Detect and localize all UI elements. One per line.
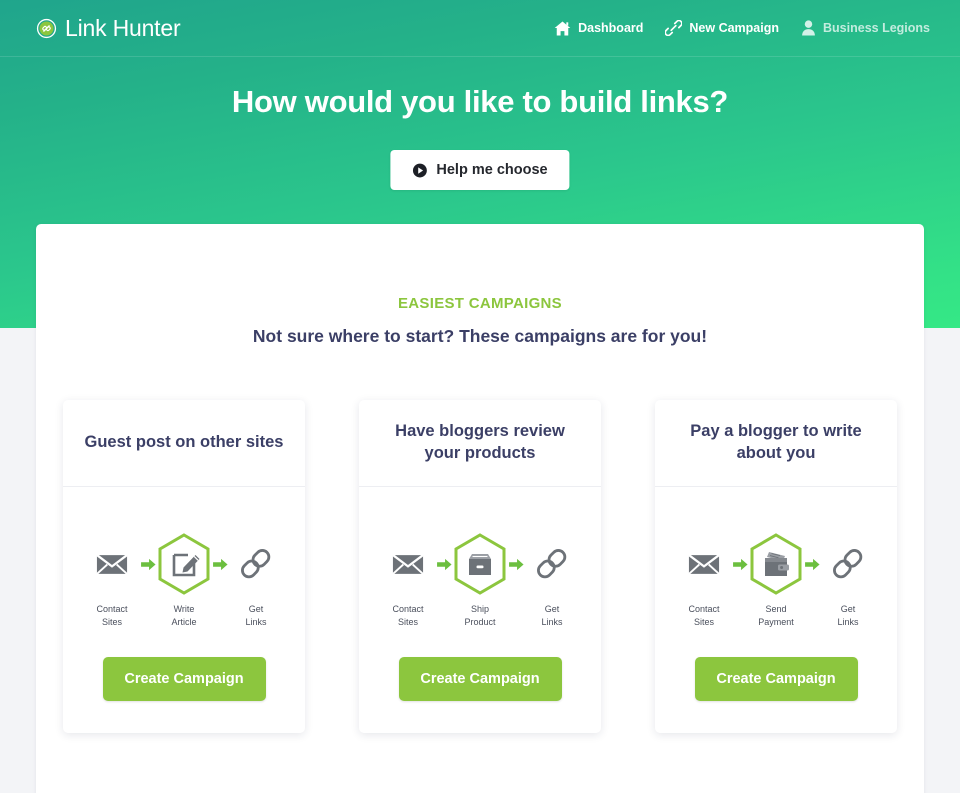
flow-step-label: Contact Sites: [688, 604, 720, 627]
flow-step: Contact Sites: [376, 533, 440, 629]
nav-item-dashboard[interactable]: Dashboard: [554, 21, 643, 36]
user-icon: [802, 20, 815, 36]
create-campaign-button[interactable]: Create Campaign: [694, 656, 858, 701]
home-icon: [554, 21, 571, 35]
card-title: Have bloggers review your products: [395, 422, 565, 462]
envelope-icon: [688, 533, 720, 595]
flow-step-label: Contact Sites: [392, 604, 424, 627]
nav-label-account: Business Legions: [823, 21, 930, 35]
hero-title: How would you like to build links?: [231, 84, 729, 119]
help-me-choose-button[interactable]: Help me choose: [390, 150, 570, 190]
link-icon: [665, 20, 683, 36]
campaign-card[interactable]: Pay a blogger to write about you Contact…: [655, 400, 897, 733]
flow-step-label: Ship Product: [464, 604, 496, 627]
flow-step: Send Payment: [744, 533, 808, 629]
envelope-icon: [392, 533, 424, 595]
flow-step: Get Links: [520, 533, 584, 629]
nav-item-account[interactable]: Business Legions: [801, 20, 930, 36]
flow-step: Contact Sites: [672, 533, 736, 629]
link-circle-icon: [36, 18, 57, 38]
card-header: Pay a blogger to write about you: [655, 400, 897, 487]
chain-link-icon: [830, 533, 866, 595]
flow-step-label: Write Article: [171, 604, 197, 627]
campaign-card[interactable]: Have bloggers review your products Conta…: [359, 400, 601, 733]
nav-links: Dashboard New Campaign Business Legions: [554, 20, 930, 36]
campaign-flow-diagram: Contact Sites: [672, 533, 880, 629]
flow-step: Contact Sites: [80, 533, 144, 629]
help-me-choose-label: Help me choose: [436, 162, 548, 178]
flow-step-label: Contact Sites: [96, 604, 128, 627]
flow-step-label: Send Payment: [758, 604, 794, 627]
write-article-hexagon-icon: [155, 533, 213, 595]
panel-eyebrow: EASIEST CAMPAIGNS: [397, 295, 562, 312]
card-header: Guest post on other sites: [63, 400, 305, 487]
nav-label-dashboard: Dashboard: [578, 21, 644, 35]
panel-subtitle: Not sure where to start? These campaigns…: [252, 326, 708, 346]
card-title: Pay a blogger to write about you: [690, 422, 862, 462]
play-circle-icon: [412, 163, 427, 177]
brand-logo[interactable]: Link Hunter: [36, 14, 181, 41]
flow-step-label: Get Links: [245, 604, 267, 627]
flow-step: Write Article: [152, 533, 216, 629]
flow-step-label: Get Links: [837, 604, 859, 627]
card-body: Contact Sites: [655, 487, 897, 733]
campaign-card-list: Guest post on other sites Contact Sites …: [36, 400, 924, 733]
flow-step: Get Links: [816, 533, 880, 629]
chain-link-icon: [534, 533, 570, 595]
campaign-flow-diagram: Contact Sites: [80, 533, 288, 629]
card-header: Have bloggers review your products: [359, 400, 601, 487]
ship-product-hexagon-icon: [451, 533, 509, 595]
campaign-card[interactable]: Guest post on other sites Contact Sites …: [63, 400, 305, 733]
flow-step-label: Get Links: [541, 604, 563, 627]
campaigns-panel: EASIEST CAMPAIGNS Not sure where to star…: [36, 224, 924, 793]
envelope-icon: [96, 533, 128, 595]
flow-step: Get Links: [224, 533, 288, 629]
flow-step: Ship Product: [448, 533, 512, 629]
page-root: Link Hunter Dashboard New Campaign Busin…: [0, 0, 960, 793]
top-navigation-bar: Link Hunter Dashboard New Campaign Busin…: [0, 0, 960, 57]
create-campaign-button[interactable]: Create Campaign: [398, 656, 562, 701]
card-body: Contact Sites: [63, 487, 305, 733]
send-payment-hexagon-icon: [747, 533, 805, 595]
campaign-flow-diagram: Contact Sites: [376, 533, 584, 629]
brand-name: Link Hunter: [65, 14, 181, 41]
card-title: Guest post on other sites: [84, 433, 284, 452]
card-body: Contact Sites: [359, 487, 601, 733]
chain-link-icon: [238, 533, 274, 595]
nav-label-new-campaign: New Campaign: [689, 21, 780, 35]
nav-item-new-campaign[interactable]: New Campaign: [665, 20, 779, 36]
create-campaign-button[interactable]: Create Campaign: [102, 656, 266, 701]
